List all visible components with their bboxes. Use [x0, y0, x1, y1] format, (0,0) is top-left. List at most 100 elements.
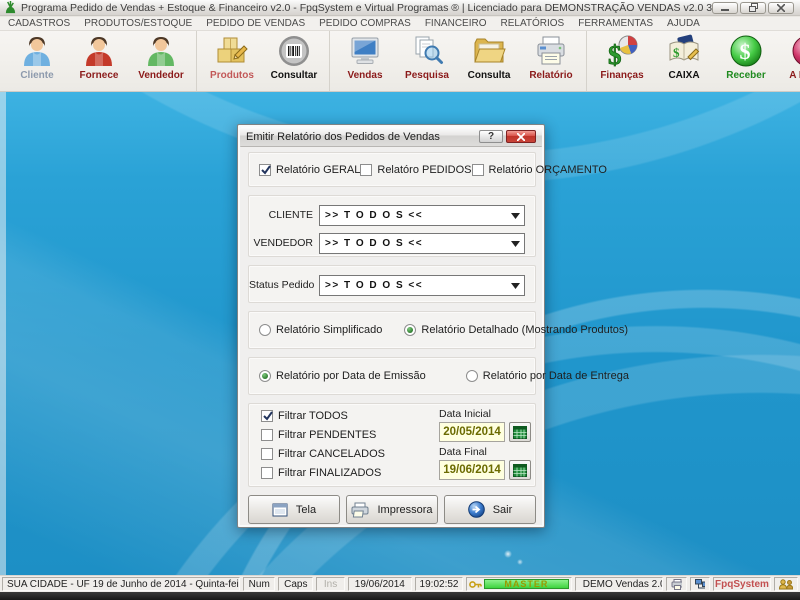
toolbar-group-finance: $ Finanças $ CAIXA: [587, 31, 800, 91]
restore-icon: [749, 3, 758, 12]
radio-data-entrega[interactable]: Relatório por Data de Entrega: [466, 370, 629, 382]
report-type-group: Relatório GERAL Relatóro PEDIDOS Relatór…: [248, 152, 536, 187]
checkbox-relatorio-geral[interactable]: Relatório GERAL: [259, 164, 360, 176]
receber-button[interactable]: $ Receber: [715, 33, 777, 89]
dialog-title-bar[interactable]: Emitir Relatório dos Pedidos de Vendas ?: [240, 127, 542, 147]
menu-relatorios[interactable]: RELATÓRIOS: [501, 18, 565, 29]
status-location: SUA CIDADE - UF 19 de Junho de 2014 - Qu…: [2, 577, 240, 591]
impressora-button[interactable]: Impressora: [346, 495, 438, 524]
menu-produtos-estoque[interactable]: PRODUTOS/ESTOQUE: [84, 18, 192, 29]
chevron-down-icon: [511, 283, 520, 289]
key-icon: [469, 579, 482, 590]
pesquisa-button[interactable]: Pesquisa: [396, 33, 458, 89]
product-boxes-icon: [214, 33, 250, 69]
menu-ferramentas[interactable]: FERRAMENTAS: [578, 18, 653, 29]
dialog-help-button[interactable]: ?: [479, 130, 503, 143]
data-final-calendar-button[interactable]: [509, 460, 531, 480]
checkbox-relatorio-orcamento[interactable]: Relatório ORÇAMENTO: [472, 164, 607, 176]
checkbox-unchecked-icon: [261, 429, 273, 441]
toolbar: Cliente Fornece: [0, 31, 800, 92]
exit-arrow-icon: [468, 501, 485, 518]
cliente-combobox[interactable]: >> T O D O S <<: [319, 205, 525, 226]
close-window-button[interactable]: [768, 2, 794, 14]
menu-pedido-compras[interactable]: PEDIDO COMPRAS: [319, 18, 411, 29]
filters-group: Filtrar TODOS Filtrar PENDENTES Filtrar …: [248, 403, 536, 487]
status-printer-panel[interactable]: [666, 577, 687, 591]
toolbar-group-people: Cliente Fornece: [2, 31, 197, 91]
relatorio-label: Relatório: [529, 70, 572, 81]
caixa-button[interactable]: $ CAIXA: [653, 33, 715, 89]
vendedor-button[interactable]: Vendedor: [130, 33, 192, 89]
network-computers-icon: [695, 579, 706, 590]
checkbox-unchecked-icon: [261, 467, 273, 479]
checkbox-filtrar-cancelados[interactable]: Filtrar CANCELADOS: [261, 448, 385, 460]
receber-label: Receber: [726, 70, 765, 81]
status-network-panel[interactable]: [690, 577, 711, 591]
sair-button-label: Sair: [493, 504, 513, 516]
data-inicial-field[interactable]: 20/05/2014: [439, 422, 505, 442]
status-bar: SUA CIDADE - UF 19 de Junho de 2014 - Qu…: [0, 575, 800, 592]
vendedor-label: Vendedor: [138, 70, 184, 81]
consulta-button[interactable]: Consulta: [458, 33, 520, 89]
close-icon: [517, 133, 525, 141]
relatorio-button[interactable]: Relatório: [520, 33, 582, 89]
checkbox-filtrar-todos[interactable]: Filtrar TODOS: [261, 410, 385, 422]
printer-icon: [533, 33, 569, 69]
radio-relatorio-detalhado[interactable]: Relatório Detalhado (Mostrando Produtos): [404, 324, 628, 336]
data-inicial-label: Data Inicial: [439, 408, 531, 420]
sair-button[interactable]: Sair: [444, 495, 536, 524]
checkbox-label: Relatóro PEDIDOS: [377, 164, 471, 176]
date-mode-group: Relatório por Data de Emissão Relatório …: [248, 357, 536, 395]
checkbox-label: Filtrar FINALIZADOS: [278, 467, 381, 479]
help-icon: ?: [488, 132, 494, 142]
dialog-close-button[interactable]: [506, 130, 536, 143]
consulta-label: Consulta: [468, 70, 511, 81]
menu-financeiro[interactable]: FINANCEIRO: [425, 18, 487, 29]
minimize-icon: [721, 4, 729, 12]
report-dialog: Emitir Relatório dos Pedidos de Vendas ?…: [237, 124, 545, 528]
cliente-vendedor-group: CLIENTE >> T O D O S << VENDEDOR >> T O …: [248, 195, 536, 257]
tela-button[interactable]: Tela: [248, 495, 340, 524]
consultar-button[interactable]: Consultar: [263, 33, 325, 89]
produtos-label: Produtos: [210, 70, 254, 81]
minimize-button[interactable]: [712, 2, 738, 14]
radio-label: Relatório por Data de Entrega: [483, 370, 629, 382]
menu-ajuda[interactable]: AJUDA: [667, 18, 700, 29]
client-left-strip: [0, 92, 6, 575]
fornecedor-button[interactable]: Fornece: [68, 33, 130, 89]
vendedor-combobox[interactable]: >> T O D O S <<: [319, 233, 525, 254]
dialog-button-row: Tela Impressora Sair: [248, 495, 536, 525]
checkbox-relatorio-pedidos[interactable]: Relatóro PEDIDOS: [360, 164, 471, 176]
vendas-button[interactable]: Vendas: [334, 33, 396, 89]
menu-cadastros[interactable]: CADASTROS: [8, 18, 70, 29]
caixa-label: CAIXA: [668, 70, 699, 81]
radio-relatorio-simplificado[interactable]: Relatório Simplificado: [259, 324, 382, 336]
menu-pedido-de-vendas[interactable]: PEDIDO DE VENDAS: [206, 18, 305, 29]
radio-off-icon: [259, 324, 271, 336]
client-person-icon: [19, 33, 55, 69]
data-final-field[interactable]: 19/06/2014: [439, 460, 505, 480]
produtos-button[interactable]: Produtos: [201, 33, 263, 89]
apagar-button[interactable]: $ A Pagar: [777, 33, 800, 89]
status-combobox[interactable]: >> T O D O S <<: [319, 275, 525, 296]
status-users-panel[interactable]: [774, 577, 799, 591]
tela-button-label: Tela: [296, 504, 316, 516]
window-title: Programa Pedido de Vendas + Estoque & Fi…: [21, 2, 712, 14]
status-capslock: Caps: [278, 577, 313, 591]
radio-label: Relatório por Data de Emissão: [276, 370, 426, 382]
users-icon: [779, 579, 794, 590]
checkbox-filtrar-pendentes[interactable]: Filtrar PENDENTES: [261, 429, 385, 441]
data-inicial-calendar-button[interactable]: [509, 422, 531, 442]
supplier-person-icon: [81, 33, 117, 69]
restore-button[interactable]: [740, 2, 766, 14]
radio-on-icon: [404, 324, 416, 336]
financas-button[interactable]: $ Finanças: [591, 33, 653, 89]
status-product-panel: DEMO Vendas 2.0: [575, 577, 663, 591]
checkbox-unchecked-icon: [261, 448, 273, 460]
detail-mode-group: Relatório Simplificado Relatório Detalha…: [248, 311, 536, 349]
calendar-icon: [513, 464, 527, 477]
checkbox-checked-icon: [261, 410, 273, 422]
radio-data-emissao[interactable]: Relatório por Data de Emissão: [259, 370, 426, 382]
cliente-button[interactable]: Cliente: [6, 33, 68, 89]
checkbox-filtrar-finalizados[interactable]: Filtrar FINALIZADOS: [261, 467, 385, 479]
